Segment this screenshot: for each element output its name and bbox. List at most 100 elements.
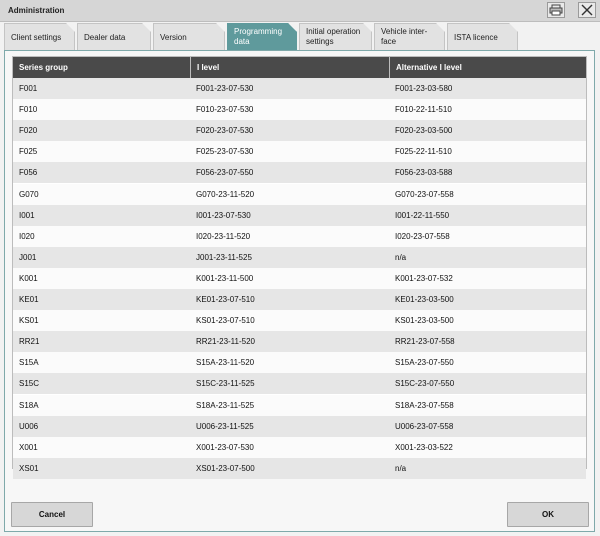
tab-label: Client settings <box>11 33 62 42</box>
table-row[interactable]: S15A S15A-23-11-520 S15A-23-07-550 <box>13 352 586 373</box>
cell-series-group: F020 <box>19 126 38 135</box>
tab-programming-data[interactable]: Programming data <box>227 23 297 50</box>
header-series-group[interactable]: Series group <box>13 57 190 78</box>
cell-i-level: F025-23-07-530 <box>196 147 254 156</box>
cell-alternative-i-level: I001-22-11-550 <box>395 211 450 220</box>
tab-initial-operation-settings[interactable]: Initial operation settings <box>299 23 372 50</box>
table-row[interactable]: F020 F020-23-07-530 F020-23-03-500 <box>13 120 586 141</box>
programming-data-table: Series group I level Alternative I level… <box>12 56 587 479</box>
tab-client-settings[interactable]: Client settings <box>4 23 75 50</box>
table-row[interactable]: G070 G070-23-11-520 G070-23-07-558 <box>13 184 586 205</box>
table-row[interactable]: S15C S15C-23-11-525 S15C-23-07-550 <box>13 373 586 394</box>
cell-i-level: G070-23-11-520 <box>196 190 255 199</box>
table-row[interactable]: I001 I001-23-07-530 I001-22-11-550 <box>13 205 586 226</box>
table-header: Series group I level Alternative I level <box>13 57 586 78</box>
cell-series-group: S18A <box>19 401 39 410</box>
tab-label: ISTA licence <box>454 33 498 42</box>
cell-series-group: KE01 <box>19 295 39 304</box>
cell-alternative-i-level: K001-23-07-532 <box>395 274 453 283</box>
table-row[interactable]: I020 I020-23-11-520 I020-23-07-558 <box>13 226 586 247</box>
cell-i-level: KS01-23-07-510 <box>196 316 255 325</box>
cell-series-group: I020 <box>19 232 35 241</box>
cell-i-level: I001-23-07-530 <box>196 211 251 220</box>
cell-i-level: F056-23-07-550 <box>196 168 254 177</box>
table-row[interactable]: J001 J001-23-11-525 n/a <box>13 247 586 268</box>
table-row[interactable]: X001 X001-23-07-530 X001-23-03-522 <box>13 437 586 458</box>
table-row[interactable]: RR21 RR21-23-11-520 RR21-23-07-558 <box>13 331 586 352</box>
cell-alternative-i-level: S18A-23-07-558 <box>395 401 454 410</box>
cell-alternative-i-level: n/a <box>395 464 407 473</box>
cell-alternative-i-level: F056-23-03-588 <box>395 168 453 177</box>
cell-alternative-i-level: I020-23-07-558 <box>395 232 450 241</box>
tab-vehicle-interface[interactable]: Vehicle inter- face <box>374 23 445 50</box>
cell-alternative-i-level: S15C-23-07-550 <box>395 379 455 388</box>
table-row[interactable]: K001 K001-23-11-500 K001-23-07-532 <box>13 268 586 289</box>
header-i-level[interactable]: I level <box>190 57 389 78</box>
cell-series-group: XS01 <box>19 464 39 473</box>
tab-label-line2: settings <box>306 37 334 46</box>
table-row[interactable]: U006 U006-23-11-525 U006-23-07-558 <box>13 416 586 437</box>
title-bar: Administration <box>0 0 600 22</box>
table-row[interactable]: KS01 KS01-23-07-510 KS01-23-03-500 <box>13 310 586 331</box>
tab-label-line2: face <box>381 37 397 46</box>
table-row[interactable]: F056 F056-23-07-550 F056-23-03-588 <box>13 162 586 183</box>
cell-series-group: KS01 <box>19 316 39 325</box>
cell-i-level: J001-23-11-525 <box>196 253 252 262</box>
header-alternative-i-level[interactable]: Alternative I level <box>389 57 586 78</box>
cell-series-group: F056 <box>19 168 38 177</box>
cell-i-level: S15A-23-11-520 <box>196 358 255 367</box>
tab-label-line2: data <box>234 37 250 46</box>
cell-i-level: S18A-23-11-525 <box>196 401 255 410</box>
window-title: Administration <box>8 6 65 15</box>
table-row[interactable]: XS01 XS01-23-07-500 n/a <box>13 458 586 479</box>
cell-i-level: I020-23-11-520 <box>196 232 251 241</box>
cell-i-level: K001-23-11-500 <box>196 274 254 283</box>
table-row[interactable]: F025 F025-23-07-530 F025-22-11-510 <box>13 141 586 162</box>
cell-alternative-i-level: F020-23-03-500 <box>395 126 453 135</box>
cell-i-level: XS01-23-07-500 <box>196 464 255 473</box>
tab-version[interactable]: Version <box>153 23 225 50</box>
cell-alternative-i-level: U006-23-07-558 <box>395 422 454 431</box>
print-button[interactable] <box>547 2 565 18</box>
close-icon <box>581 4 593 16</box>
cell-alternative-i-level: RR21-23-07-558 <box>395 337 455 346</box>
cell-series-group: S15A <box>19 358 39 367</box>
cell-i-level: U006-23-11-525 <box>196 422 254 431</box>
cell-series-group: K001 <box>19 274 38 283</box>
cell-series-group: F010 <box>19 105 38 114</box>
cancel-button[interactable]: Cancel <box>11 502 93 527</box>
cell-i-level: KE01-23-07-510 <box>196 295 255 304</box>
cell-i-level: RR21-23-11-520 <box>196 337 255 346</box>
tab-label-line1: Initial operation <box>306 27 361 36</box>
cell-alternative-i-level: F025-22-11-510 <box>395 147 452 156</box>
cell-alternative-i-level: X001-23-03-522 <box>395 443 453 452</box>
cell-alternative-i-level: KE01-23-03-500 <box>395 295 454 304</box>
tab-bar: Client settings Dealer data Version Prog… <box>0 23 600 50</box>
table-row[interactable]: S18A S18A-23-11-525 S18A-23-07-558 <box>13 395 586 416</box>
tab-label: Version <box>160 33 187 42</box>
tab-ista-licence[interactable]: ISTA licence <box>447 23 518 50</box>
cell-i-level: X001-23-07-530 <box>196 443 254 452</box>
tab-label: Dealer data <box>84 33 126 42</box>
cell-i-level: F010-23-07-530 <box>196 105 254 114</box>
cell-alternative-i-level: S15A-23-07-550 <box>395 358 454 367</box>
tab-dealer-data[interactable]: Dealer data <box>77 23 151 50</box>
table-row[interactable]: F001 F001-23-07-530 F001-23-03-580 <box>13 78 586 99</box>
cell-alternative-i-level: n/a <box>395 253 407 262</box>
cell-series-group: I001 <box>19 211 35 220</box>
table-row[interactable]: F010 F010-23-07-530 F010-22-11-510 <box>13 99 586 120</box>
cell-series-group: X001 <box>19 443 38 452</box>
cell-alternative-i-level: F001-23-03-580 <box>395 84 453 93</box>
table-row[interactable]: KE01 KE01-23-07-510 KE01-23-03-500 <box>13 289 586 310</box>
tab-label-line1: Vehicle inter- <box>381 27 428 36</box>
cell-i-level: F001-23-07-530 <box>196 84 254 93</box>
close-button[interactable] <box>578 2 596 18</box>
ok-button[interactable]: OK <box>507 502 589 527</box>
cell-alternative-i-level: KS01-23-03-500 <box>395 316 454 325</box>
cell-series-group: J001 <box>19 253 37 262</box>
tab-label-line1: Programming <box>234 27 283 36</box>
cell-alternative-i-level: F010-22-11-510 <box>395 105 452 114</box>
cell-series-group: F001 <box>19 84 38 93</box>
programming-data-panel: Series group I level Alternative I level… <box>4 50 595 532</box>
cell-series-group: RR21 <box>19 337 40 346</box>
